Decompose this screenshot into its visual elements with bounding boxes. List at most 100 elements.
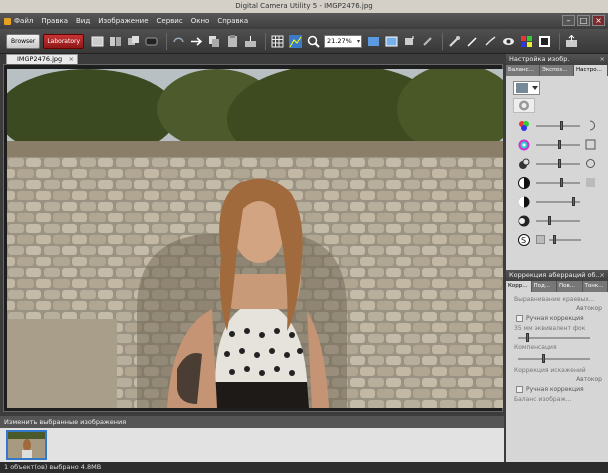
distortion-section: Коррекция искажений <box>514 367 586 374</box>
contrast-row <box>506 173 608 192</box>
color-icon[interactable] <box>519 34 533 48</box>
tab-balance[interactable]: Баланс... <box>506 65 540 76</box>
toolbar-divider <box>166 32 168 50</box>
preset-dropdown[interactable] <box>513 81 540 95</box>
manual-correction-check-2[interactable]: Ручная коррекция <box>506 384 608 395</box>
menu-image[interactable]: Изображение <box>98 17 148 25</box>
laboratory-button[interactable]: Laboratory <box>43 33 85 49</box>
export-icon[interactable] <box>564 34 578 48</box>
tab-correction[interactable]: Корр... <box>506 281 532 292</box>
reset-icon[interactable] <box>585 120 596 131</box>
sharpness-dropdown[interactable] <box>536 235 545 244</box>
menu-window[interactable]: Окно <box>191 17 210 25</box>
menu-edit[interactable]: Правка <box>41 17 68 25</box>
browser-button[interactable]: Browser <box>6 33 41 49</box>
tab-sub[interactable]: Под... <box>532 281 557 292</box>
manual-correction-check[interactable]: Ручная коррекция <box>506 313 608 324</box>
filmstrip-header: Изменить выбранные изображения <box>0 416 504 428</box>
zoom-icon[interactable] <box>306 34 320 48</box>
adjust-tool-area <box>506 76 608 116</box>
tab-settings[interactable]: Настро... <box>574 65 608 76</box>
menu-file[interactable]: Файл <box>14 17 33 25</box>
copy-icon[interactable] <box>207 34 221 48</box>
single-view-icon[interactable] <box>90 34 104 48</box>
actual-size-icon[interactable] <box>384 34 398 48</box>
shadow-slider[interactable] <box>536 215 580 225</box>
undo-icon[interactable] <box>171 34 185 48</box>
image-adjust-title: Настройка изобр. <box>509 55 570 63</box>
sharpness-icon: S <box>518 233 530 246</box>
tab-fine[interactable]: Тонк... <box>583 281 608 292</box>
tone-curve-icon[interactable] <box>513 98 535 113</box>
toolbar: Browser Laboratory 21.27% <box>0 29 608 54</box>
histogram-icon[interactable] <box>288 34 302 48</box>
compensation-label: Компенсация <box>514 344 557 351</box>
close-button[interactable]: × <box>592 15 605 26</box>
compare-view-icon[interactable] <box>126 34 140 48</box>
menu-help[interactable]: Справка <box>217 17 248 25</box>
image-adjust-header: Настройка изобр. × <box>506 54 608 65</box>
link-icon[interactable] <box>420 34 434 48</box>
eye-icon[interactable] <box>501 34 515 48</box>
contrast-slider[interactable] <box>536 177 580 187</box>
aberration-title: Коррекция аберраций об... <box>509 271 602 279</box>
zoom-select[interactable]: 21.27% <box>324 34 363 48</box>
brightness-slider[interactable] <box>536 196 580 206</box>
compensation-slider[interactable] <box>518 354 590 363</box>
manual-correction-label: Ручная коррекция <box>526 315 584 322</box>
menu-bar: Файл Правка Вид Изображение Сервис Окно … <box>0 13 608 29</box>
color-adjust-slider[interactable] <box>536 158 580 168</box>
crop-icon[interactable] <box>402 34 416 48</box>
saturation-slider[interactable] <box>536 120 580 130</box>
manual-correction-label-2: Ручная коррекция <box>526 386 584 393</box>
fit-window-icon[interactable] <box>366 34 380 48</box>
menu-view[interactable]: Вид <box>76 17 90 25</box>
shadow-row <box>506 211 608 230</box>
aberration-header: Коррекция аберраций об... × <box>506 270 608 281</box>
close-tab-icon[interactable]: × <box>69 55 74 64</box>
image-balance-label: Баланс изображ... <box>514 396 572 403</box>
batch-icon[interactable] <box>243 34 257 48</box>
arrow-right-icon[interactable] <box>189 34 203 48</box>
hue-row <box>506 135 608 154</box>
contrast-icon <box>518 176 530 189</box>
brightness-row <box>506 192 608 211</box>
tab-rotate[interactable]: Пов... <box>557 281 583 292</box>
shadow-icon <box>518 215 530 226</box>
equiv-focal-label: 35 мм эквивалент фок <box>514 325 586 332</box>
pen-icon[interactable] <box>465 34 479 48</box>
select-icon[interactable] <box>537 34 551 48</box>
document-tab-label: IMGP2476.jpg <box>17 55 63 63</box>
eyedropper-icon[interactable] <box>447 34 461 48</box>
hue-reset-icon[interactable] <box>585 139 596 150</box>
hue-slider[interactable] <box>536 139 580 149</box>
color-adjust-icon <box>519 158 530 169</box>
contrast-reset-icon[interactable] <box>585 177 596 188</box>
color-adjust-reset-icon[interactable] <box>585 158 596 169</box>
split-view-icon[interactable] <box>108 34 122 48</box>
restore-button[interactable]: □ <box>577 15 590 26</box>
grid-icon[interactable] <box>270 34 284 48</box>
image-viewer[interactable] <box>3 64 503 412</box>
saturation-row <box>506 116 608 135</box>
right-panel: Настройка изобр. × Баланс... Экспоз... На… <box>506 54 608 462</box>
color-wheel-icon <box>518 139 530 150</box>
paste-icon[interactable] <box>225 34 239 48</box>
close-panel-icon[interactable]: × <box>600 54 605 65</box>
menu-tools[interactable]: Сервис <box>157 17 183 25</box>
tab-exposure[interactable]: Экспоз... <box>540 65 574 76</box>
toolbar-divider <box>559 32 561 50</box>
thumbnail[interactable] <box>6 430 47 460</box>
filmstrip <box>0 428 504 462</box>
document-tab[interactable]: IMGP2476.jpg × <box>6 54 78 64</box>
minimize-button[interactable]: – <box>562 15 575 26</box>
toolbar-divider <box>442 32 444 50</box>
status-bar: 1 объект(ов) выбрано 4.8MB <box>0 462 608 473</box>
retouch-icon[interactable] <box>483 34 497 48</box>
auto-label-2: Автокор <box>576 376 602 383</box>
close-aberration-icon[interactable]: × <box>600 270 605 281</box>
sharpness-slider[interactable] <box>549 234 581 244</box>
window-title: Digital Camera Utility 5 - IMGP2476.jpg <box>0 0 608 13</box>
save-icon[interactable] <box>144 34 158 48</box>
focal-slider[interactable] <box>518 333 590 342</box>
